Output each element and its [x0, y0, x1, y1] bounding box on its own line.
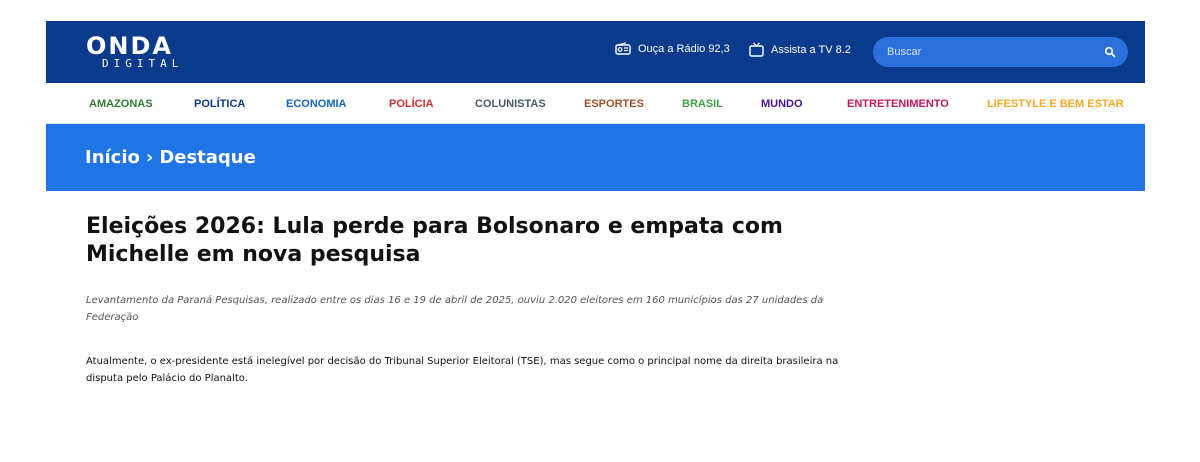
logo-main-text: ONDA	[86, 32, 173, 60]
nav-item-mundo[interactable]: MUNDO	[761, 98, 803, 110]
nav-item-politica[interactable]: POLÍTICA	[194, 98, 245, 110]
article-body: Atualmente, o ex-presidente está inelegí…	[86, 356, 839, 384]
tv-link-label: Assista a TV 8.2	[771, 43, 851, 56]
site-logo[interactable]: ONDA DIGITAL	[86, 34, 206, 70]
nav-item-colunistas[interactable]: COLUNISTAS	[475, 98, 546, 110]
breadcrumb-current: Destaque	[159, 147, 256, 168]
tv-icon	[749, 42, 764, 57]
nav-item-policia[interactable]: POLÍCIA	[389, 98, 434, 110]
article-subtitle: Levantamento da Paraná Pesquisas, realiz…	[86, 295, 824, 323]
nav-item-economia[interactable]: ECONOMIA	[286, 98, 347, 110]
breadcrumb-bar: Início › Destaque	[46, 124, 1145, 191]
tv-link[interactable]: Assista a TV 8.2	[749, 42, 851, 57]
breadcrumb-separator: ›	[145, 147, 154, 168]
search-icon[interactable]	[1104, 46, 1116, 58]
radio-icon	[615, 42, 631, 55]
nav-item-lifestyle[interactable]: LIFESTYLE E BEM ESTAR	[987, 98, 1124, 110]
radio-link[interactable]: Ouça a Rádio 92,3	[615, 42, 730, 55]
search-input[interactable]	[887, 46, 1104, 58]
nav-item-brasil[interactable]: BRASIL	[682, 98, 723, 110]
logo-sub-text: DIGITAL	[102, 57, 184, 70]
nav-item-esportes[interactable]: ESPORTES	[584, 98, 644, 110]
category-nav: AMAZONAS POLÍTICA ECONOMIA POLÍCIA COLUN…	[46, 83, 1145, 124]
breadcrumb: Início › Destaque	[85, 147, 256, 169]
search-box	[873, 37, 1128, 67]
top-header: ONDA DIGITAL Ouça a Rádio 92,3 Assista a…	[46, 21, 1145, 83]
radio-link-label: Ouça a Rádio 92,3	[638, 42, 730, 55]
nav-item-amazonas[interactable]: AMAZONAS	[89, 98, 153, 110]
breadcrumb-home-link[interactable]: Início	[85, 147, 140, 169]
article-title: Eleições 2026: Lula perde para Bolsonaro…	[86, 214, 783, 267]
nav-item-entretenimento[interactable]: ENTRETENIMENTO	[847, 98, 949, 110]
